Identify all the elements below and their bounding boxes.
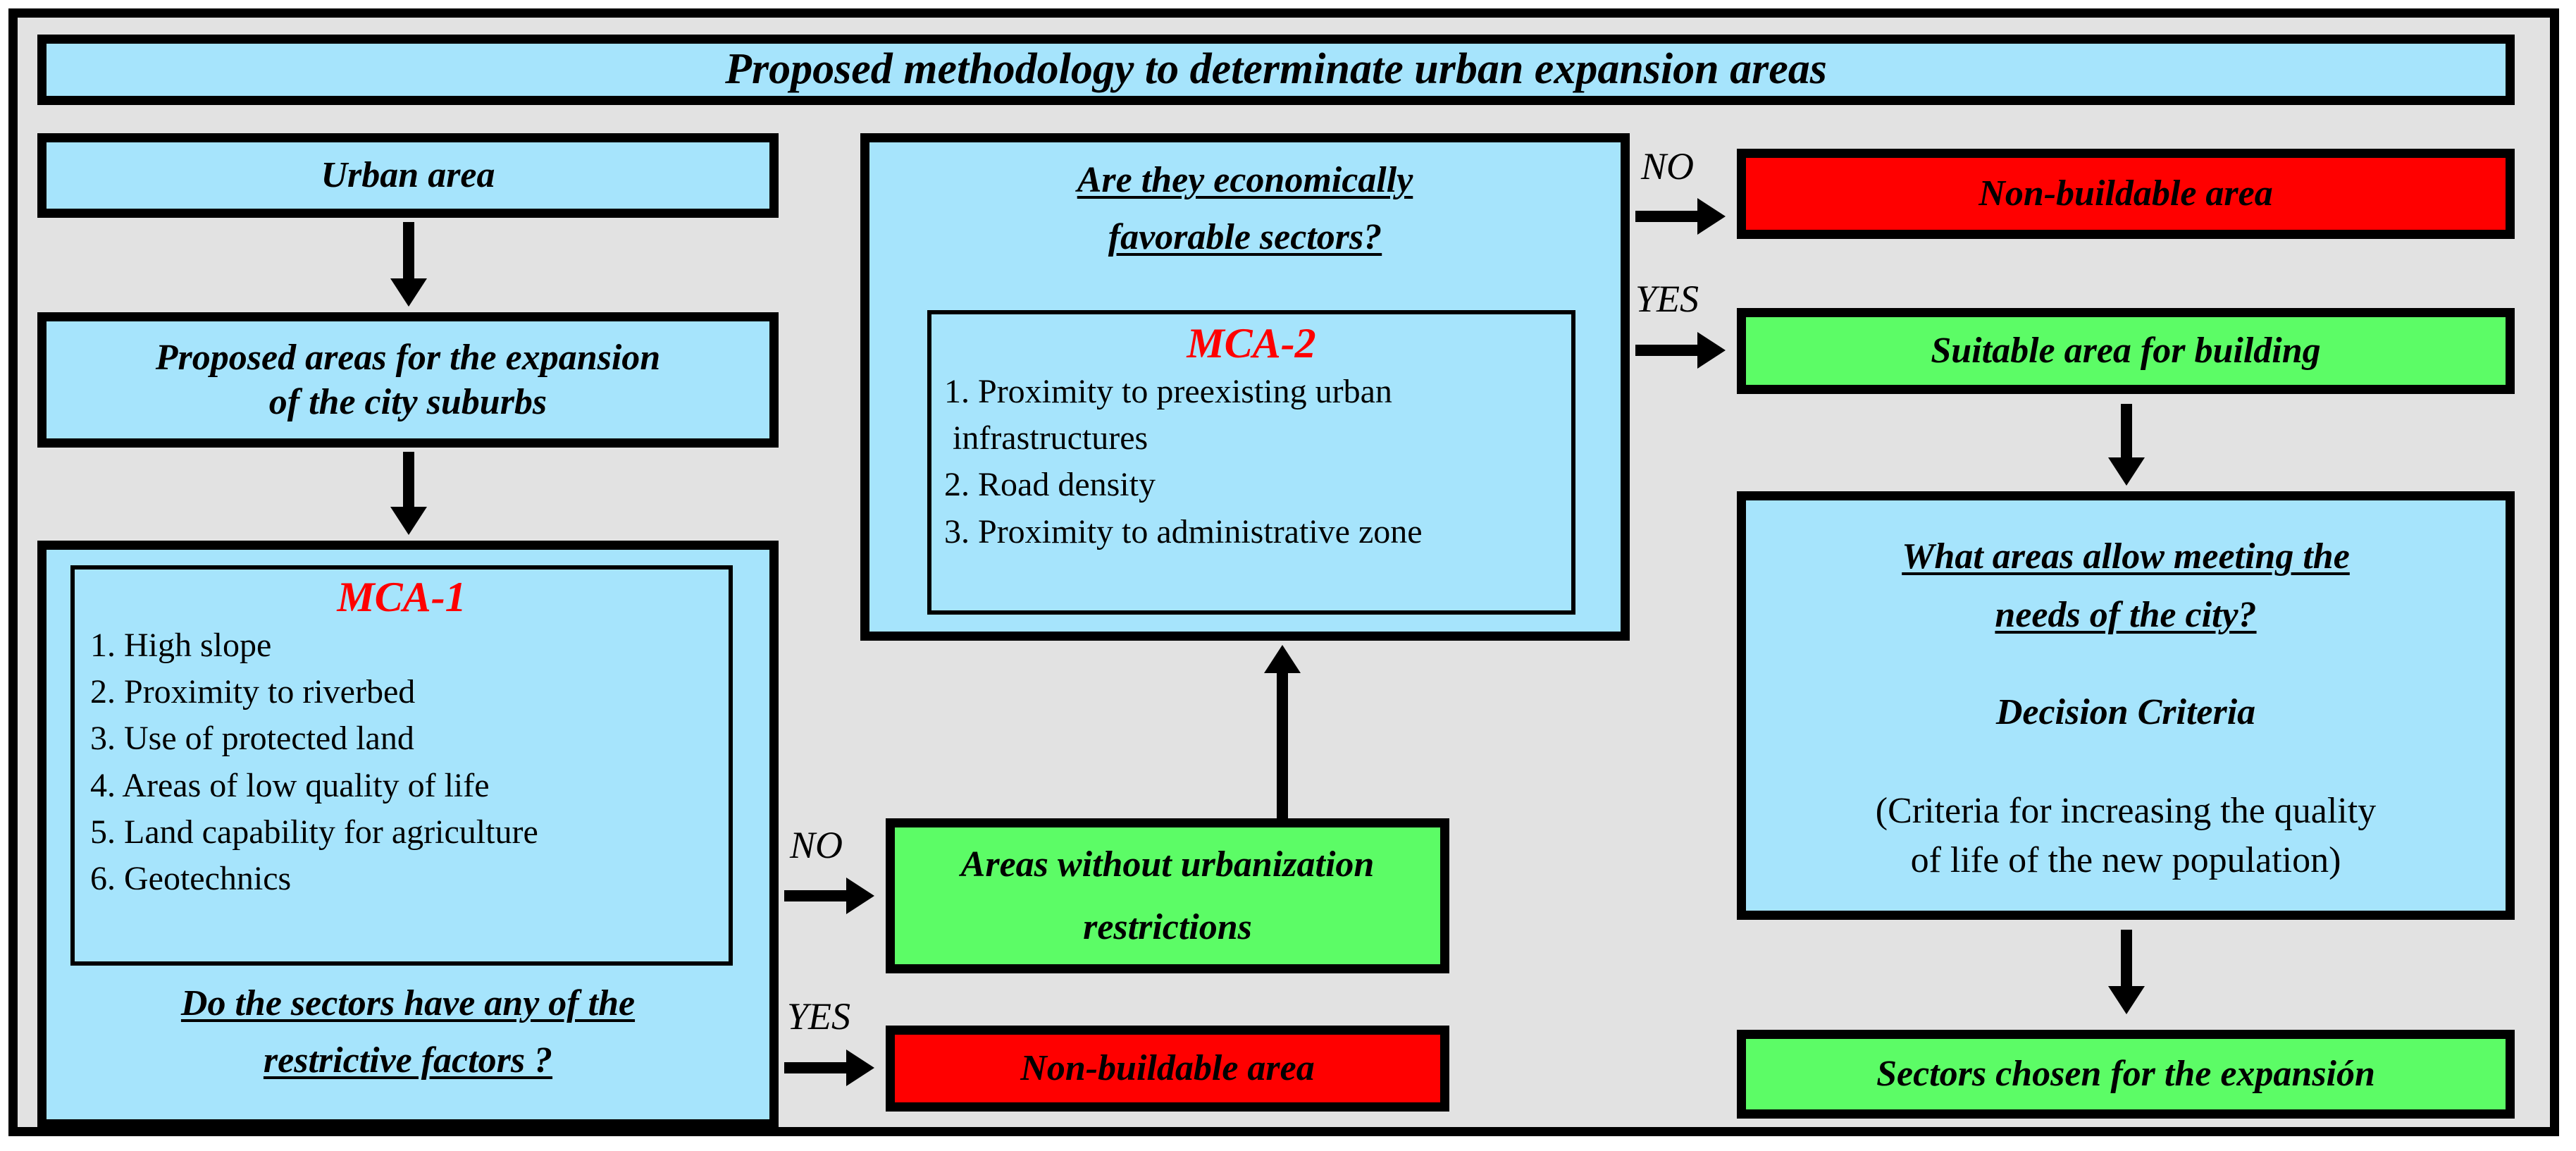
- node-proposed-areas-label: Proposed areas for the expansion of the …: [155, 337, 661, 422]
- node-mca1-decision[interactable]: MCA-1 1. High slope 2. Proximity to rive…: [37, 541, 779, 1128]
- decision-note-line1: (Criteria for increasing the quality: [1875, 791, 2377, 832]
- list-item: 1. High slope: [90, 627, 272, 664]
- mca2-criteria-list: 1. Proximity to preexisting urban infras…: [944, 369, 1571, 555]
- diagram-title-box: Proposed methodology to determinate urba…: [37, 35, 2515, 105]
- node-urban-area[interactable]: Urban area: [37, 133, 779, 218]
- node-suitable-area-label: Suitable area for building: [1931, 331, 2321, 371]
- arrow-suitable-to-needs: [2088, 404, 2165, 486]
- mca2-question-line1: Are they economically: [1077, 160, 1413, 200]
- branch-label-mca1-no: NO: [790, 824, 843, 866]
- page-title: Proposed methodology to determinate urba…: [725, 45, 1827, 94]
- mca2-label: MCA-2: [1187, 320, 1316, 367]
- mca1-question: Do the sectors have any of the restricti…: [47, 981, 769, 1083]
- node-non-buildable-bottom-label: Non-buildable area: [1020, 1048, 1315, 1089]
- arrow-mca2-yes: [1635, 331, 1726, 370]
- needs-question-line2: needs of the city?: [1995, 595, 2257, 636]
- arrow-mca1-no: [784, 876, 874, 916]
- node-needs-decision[interactable]: What areas allow meeting the needs of th…: [1737, 491, 2515, 920]
- arrow-mca1-yes: [784, 1048, 874, 1088]
- list-item: 2. Proximity to riverbed: [90, 673, 416, 711]
- branch-label-mca2-no: NO: [1641, 145, 1695, 187]
- list-item: 2. Road density: [944, 466, 1156, 504]
- node-non-buildable-top[interactable]: Non-buildable area: [1737, 149, 2515, 239]
- node-areas-without-restrictions-line1: Areas without urbanization: [960, 844, 1375, 885]
- mca2-question-line2: favorable sectors?: [1108, 217, 1382, 258]
- list-item: 3. Proximity to administrative zone: [944, 512, 1423, 550]
- arrow-urban-to-proposed: [370, 222, 447, 307]
- decision-criteria-label: Decision Criteria: [1995, 691, 2256, 732]
- mca2-criteria-panel: MCA-2 1. Proximity to preexisting urban …: [927, 310, 1575, 615]
- mca1-question-line2: restrictive factors ?: [263, 1040, 553, 1081]
- mca1-question-line1: Do the sectors have any of the: [180, 983, 636, 1023]
- list-item: 3. Use of protected land: [90, 720, 414, 758]
- node-sectors-chosen-label: Sectors chosen for the expansión: [1876, 1054, 2375, 1095]
- needs-question-line1: What areas allow meeting the: [1902, 536, 2350, 577]
- arrow-needs-to-sectors: [2088, 930, 2165, 1014]
- list-item: infrastructures: [944, 419, 1148, 457]
- decision-criteria-note: (Criteria for increasing the quality of …: [1746, 787, 2506, 885]
- mca1-label: MCA-1: [337, 574, 466, 620]
- list-item: 6. Geotechnics: [90, 860, 292, 898]
- node-mca2-decision[interactable]: Are they economically favorable sectors?…: [860, 133, 1630, 641]
- arrow-mca2-no: [1635, 197, 1726, 236]
- node-areas-without-restrictions-line2: restrictions: [1083, 907, 1252, 947]
- needs-question: What areas allow meeting the needs of th…: [1746, 534, 2506, 638]
- node-areas-without-restrictions[interactable]: Areas without urbanization restrictions: [886, 818, 1449, 973]
- arrow-areas-to-mca2: [1244, 645, 1321, 821]
- node-sectors-chosen[interactable]: Sectors chosen for the expansión: [1737, 1030, 2515, 1119]
- diagram-frame: Proposed methodology to determinate urba…: [8, 8, 2559, 1136]
- node-non-buildable-top-label: Non-buildable area: [1979, 173, 2273, 214]
- branch-label-mca1-yes: YES: [787, 995, 851, 1038]
- node-non-buildable-bottom[interactable]: Non-buildable area: [886, 1026, 1449, 1112]
- list-item: 4. Areas of low quality of life: [90, 766, 490, 804]
- node-urban-area-label: Urban area: [321, 155, 495, 196]
- mca1-criteria-panel: MCA-1 1. High slope 2. Proximity to rive…: [70, 565, 733, 966]
- list-item: 5. Land capability for agriculture: [90, 813, 538, 851]
- mca1-criteria-list: 1. High slope 2. Proximity to riverbed 3…: [90, 622, 729, 902]
- decision-note-line2: of life of the new population): [1910, 839, 2341, 880]
- branch-label-mca2-yes: YES: [1635, 278, 1699, 320]
- arrow-proposed-to-mca1: [370, 452, 447, 535]
- node-suitable-area[interactable]: Suitable area for building: [1737, 308, 2515, 394]
- list-item: 1. Proximity to preexisting urban: [944, 373, 1392, 410]
- node-proposed-areas[interactable]: Proposed areas for the expansion of the …: [37, 312, 779, 448]
- mca2-question: Are they economically favorable sectors?: [869, 158, 1621, 260]
